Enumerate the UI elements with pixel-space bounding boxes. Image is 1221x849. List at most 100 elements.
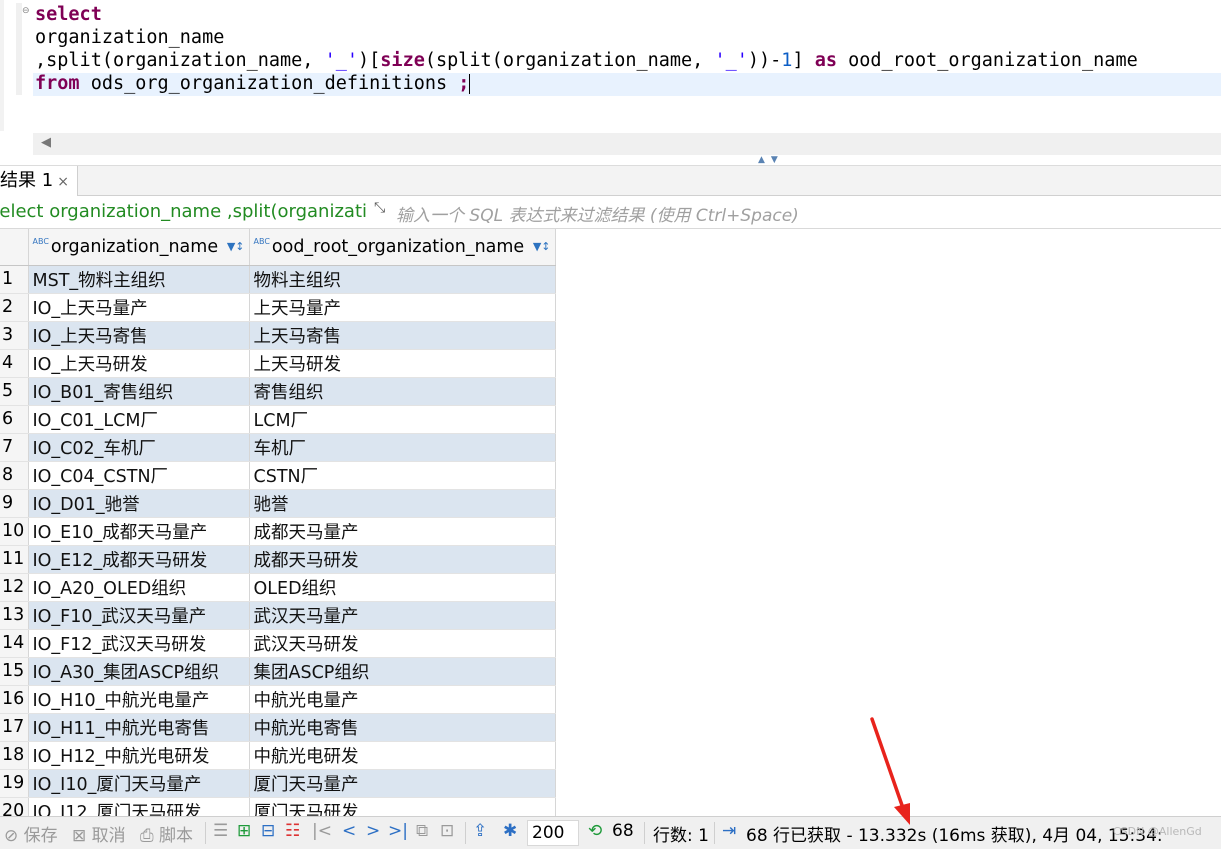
filter-query-text[interactable]: select organization_name ,split(organiza… xyxy=(0,201,368,222)
table-row[interactable]: 18 IO_H12_中航光电研发 中航光电研发 xyxy=(0,741,556,770)
maximize-restore-icon[interactable]: ▲▼ xyxy=(758,155,784,165)
cell-organization-name[interactable]: IO_I10_厦门天马量产 xyxy=(28,769,250,798)
cell-ood-root-organization-name[interactable]: CSTN厂 xyxy=(249,461,556,490)
table-row[interactable]: 7 IO_C02_车机厂 车机厂 xyxy=(0,433,556,462)
refresh-icon[interactable]: ⟲ xyxy=(588,821,602,841)
cell-organization-name[interactable]: IO_F10_武汉天马量产 xyxy=(28,601,250,630)
table-row[interactable]: 14 IO_F12_武汉天马研发 武汉天马研发 xyxy=(0,629,556,658)
cell-organization-name[interactable]: IO_上天马寄售 xyxy=(28,321,250,350)
cell-ood-root-organization-name[interactable]: 武汉天马研发 xyxy=(249,629,556,658)
cell-organization-name[interactable]: IO_C02_车机厂 xyxy=(28,433,250,462)
table-row[interactable]: 20 IO_I12_厦门天马研发 厦门天马研发 xyxy=(0,797,556,818)
cell-organization-name[interactable]: IO_H10_中航光电量产 xyxy=(28,685,250,714)
row-number[interactable]: 19 xyxy=(0,769,29,798)
row-number[interactable]: 17 xyxy=(0,713,29,742)
row-number[interactable]: 14 xyxy=(0,629,29,658)
cell-organization-name[interactable]: IO_A30_集团ASCP组织 xyxy=(28,657,250,686)
table-row[interactable]: 16 IO_H10_中航光电量产 中航光电量产 xyxy=(0,685,556,714)
sort-filter-icon[interactable]: ▼↕ xyxy=(533,240,551,253)
cell-organization-name[interactable]: MST_物料主组织 xyxy=(28,265,250,294)
row-number[interactable]: 4 xyxy=(0,349,29,378)
add-row-icon[interactable]: ⊞ xyxy=(237,821,251,841)
sql-code[interactable]: select organization_name ,split(organiza… xyxy=(35,3,1138,95)
column-header-ood-root-organization-name[interactable]: ABC ood_root_organization_name ▼↕ xyxy=(249,229,556,266)
row-number[interactable]: 9 xyxy=(0,489,29,518)
row-number[interactable]: 3 xyxy=(0,321,29,350)
row-number[interactable]: 6 xyxy=(0,405,29,434)
cell-organization-name[interactable]: IO_E12_成都天马研发 xyxy=(28,545,250,574)
cell-ood-root-organization-name[interactable]: 上天马寄售 xyxy=(249,321,556,350)
table-row[interactable]: 2 IO_上天马量产 上天马量产 xyxy=(0,293,556,322)
table-row[interactable]: 13 IO_F10_武汉天马量产 武汉天马量产 xyxy=(0,601,556,630)
table-row[interactable]: 11 IO_E12_成都天马研发 成都天马研发 xyxy=(0,545,556,574)
table-row[interactable]: 10 IO_E10_成都天马量产 成都天马量产 xyxy=(0,517,556,546)
row-number[interactable]: 1 xyxy=(0,265,29,294)
table-row[interactable]: 19 IO_I10_厦门天马量产 厦门天马量产 xyxy=(0,769,556,798)
row-number[interactable]: 8 xyxy=(0,461,29,490)
cell-organization-name[interactable]: IO_F12_武汉天马研发 xyxy=(28,629,250,658)
cell-ood-root-organization-name[interactable]: 集团ASCP组织 xyxy=(249,657,556,686)
cancel-button[interactable]: ⊠ 取消 xyxy=(72,821,126,846)
table-row[interactable]: 17 IO_H11_中航光电寄售 中航光电寄售 xyxy=(0,713,556,742)
cell-organization-name[interactable]: IO_C01_LCM厂 xyxy=(28,405,250,434)
save-button[interactable]: ⊘ 保存 xyxy=(4,821,58,846)
cell-ood-root-organization-name[interactable]: 成都天马研发 xyxy=(249,545,556,574)
cell-ood-root-organization-name[interactable]: 车机厂 xyxy=(249,433,556,462)
expand-icon[interactable]: ⤡ xyxy=(374,200,385,216)
cell-organization-name[interactable]: IO_A20_OLED组织 xyxy=(28,573,250,602)
row-number[interactable]: 12 xyxy=(0,573,29,602)
cell-ood-root-organization-name[interactable]: 武汉天马量产 xyxy=(249,601,556,630)
cell-organization-name[interactable]: IO_上天马量产 xyxy=(28,293,250,322)
cell-ood-root-organization-name[interactable]: 上天马量产 xyxy=(249,293,556,322)
export-icon[interactable]: ⇪ xyxy=(473,821,487,841)
cell-ood-root-organization-name[interactable]: OLED组织 xyxy=(249,573,556,602)
row-number[interactable]: 13 xyxy=(0,601,29,630)
cell-organization-name[interactable]: IO_H12_中航光电研发 xyxy=(28,741,250,770)
cell-ood-root-organization-name[interactable]: 厦门天马研发 xyxy=(249,797,556,818)
cell-ood-root-organization-name[interactable]: 物料主组织 xyxy=(249,265,556,294)
row-number[interactable]: 2 xyxy=(0,293,29,322)
cell-ood-root-organization-name[interactable]: 成都天马量产 xyxy=(249,517,556,546)
cell-ood-root-organization-name[interactable]: 上天马研发 xyxy=(249,349,556,378)
scroll-left-icon[interactable]: ◀ xyxy=(41,135,51,150)
tab-result-1[interactable]: 结果 1 × xyxy=(0,166,78,196)
close-icon[interactable]: × xyxy=(57,174,69,190)
next-page-icon[interactable]: > xyxy=(366,821,380,841)
row-number[interactable]: 7 xyxy=(0,433,29,462)
table-row[interactable]: 15 IO_A30_集团ASCP组织 集团ASCP组织 xyxy=(0,657,556,686)
cell-organization-name[interactable]: IO_E10_成都天马量产 xyxy=(28,517,250,546)
cell-organization-name[interactable]: IO_H11_中航光电寄售 xyxy=(28,713,250,742)
script-button[interactable]: ⎙ 脚本 xyxy=(140,821,193,846)
table-row[interactable]: 1 MST_物料主组织 物料主组织 xyxy=(0,265,556,294)
cell-ood-root-organization-name[interactable]: LCM厂 xyxy=(249,405,556,434)
table-row[interactable]: 6 IO_C01_LCM厂 LCM厂 xyxy=(0,405,556,434)
column-header-organization-name[interactable]: ABC organization_name ▼↕ xyxy=(28,229,250,266)
row-number[interactable]: 10 xyxy=(0,517,29,546)
previous-page-icon[interactable]: < xyxy=(342,821,356,841)
screenshot-icon[interactable]: ⊡ xyxy=(440,821,454,841)
row-number[interactable]: 5 xyxy=(0,377,29,406)
settings-gear-icon[interactable]: ✱ xyxy=(503,821,517,841)
cell-ood-root-organization-name[interactable]: 中航光电寄售 xyxy=(249,713,556,742)
cell-ood-root-organization-name[interactable]: 中航光电量产 xyxy=(249,685,556,714)
filter-input[interactable]: 输入一个 SQL 表达式来过滤结果 (使用 Ctrl+Space) xyxy=(396,201,799,226)
cell-organization-name[interactable]: IO_上天马研发 xyxy=(28,349,250,378)
table-row[interactable]: 9 IO_D01_驰誉 驰誉 xyxy=(0,489,556,518)
row-number[interactable]: 20 xyxy=(0,797,29,818)
copy-row-icon[interactable]: ⊟ xyxy=(261,821,275,841)
table-row[interactable]: 8 IO_C04_CSTN厂 CSTN厂 xyxy=(0,461,556,490)
cell-organization-name[interactable]: IO_D01_驰誉 xyxy=(28,489,250,518)
cell-ood-root-organization-name[interactable]: 厦门天马量产 xyxy=(249,769,556,798)
panel-sash[interactable]: ▲▼ xyxy=(0,155,1221,165)
cell-ood-root-organization-name[interactable]: 中航光电研发 xyxy=(249,741,556,770)
cell-organization-name[interactable]: IO_C04_CSTN厂 xyxy=(28,461,250,490)
delete-row-icon[interactable]: ☷ xyxy=(285,821,300,841)
link-icon[interactable]: ⧉ xyxy=(416,821,428,841)
row-number[interactable]: 16 xyxy=(0,685,29,714)
first-page-icon[interactable]: |< xyxy=(312,821,332,841)
sort-filter-icon[interactable]: ▼↕ xyxy=(227,240,245,253)
result-grid[interactable]: ABC organization_name ▼↕ ABC ood_root_organ… xyxy=(0,229,1221,818)
row-number[interactable]: 18 xyxy=(0,741,29,770)
table-row[interactable]: 12 IO_A20_OLED组织 OLED组织 xyxy=(0,573,556,602)
row-number[interactable]: 11 xyxy=(0,545,29,574)
